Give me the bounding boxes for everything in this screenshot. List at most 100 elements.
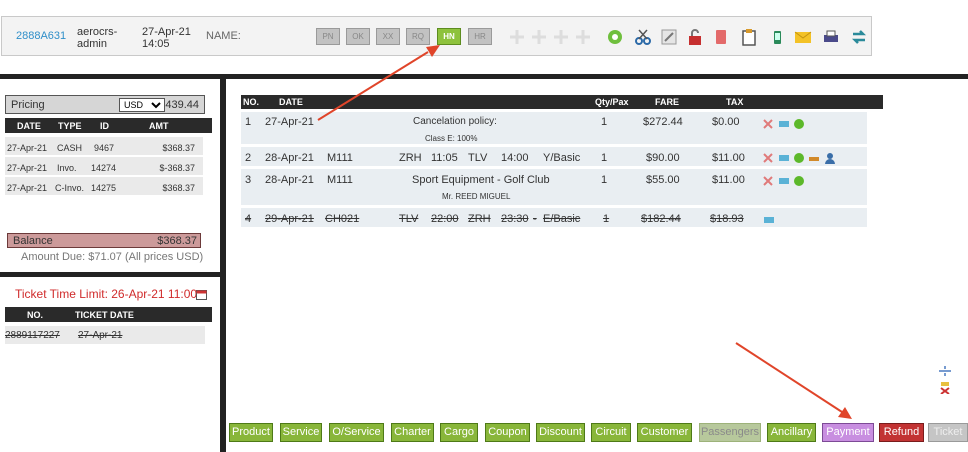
edit-icon[interactable] (660, 28, 678, 46)
payment-row[interactable]: 27-Apr-21 CASH 9467 $368.37 (5, 137, 203, 156)
segment-qty: 1 (601, 152, 608, 164)
ticket-date: 27-Apr-21 (78, 330, 123, 341)
scissors-icon[interactable] (634, 28, 652, 46)
time-line: 14:05 (142, 38, 170, 50)
segment-row-cancelled[interactable]: 4 29-Apr-21 CH021 TLV 22:00 ZRH 23:30 - … (241, 208, 867, 228)
payment-date: 27-Apr-21 (7, 183, 48, 193)
segment-class: Y/Basic (543, 152, 581, 164)
col-date: DATE (279, 97, 303, 107)
balance-label: Balance (13, 235, 53, 247)
status-button-hr[interactable]: HR (468, 28, 492, 45)
segment-tax: $11.00 (712, 152, 745, 164)
ticket-icon[interactable] (779, 153, 789, 163)
segment-tax: $0.00 (712, 116, 740, 128)
merge-booking-icon[interactable] (530, 28, 548, 46)
status-button-hn[interactable]: HN (437, 28, 461, 45)
payment-row[interactable]: 27-Apr-21 Invo. 14274 $-368.37 (5, 157, 203, 176)
recycle-icon[interactable] (606, 28, 624, 46)
ticket-table-header: NO. TICKET DATE (5, 307, 212, 322)
refresh-icon[interactable] (850, 28, 868, 46)
segment-qty: 1 (601, 174, 608, 186)
segment-row[interactable]: 1 27-Apr-21 Cancelation policy: Class E:… (241, 112, 867, 145)
segment-no: 2 (245, 152, 252, 164)
expand-icon[interactable] (939, 366, 951, 376)
delete-icon[interactable] (763, 153, 773, 163)
mobile-icon[interactable] (768, 28, 786, 46)
segment-qty: 1 (603, 213, 610, 225)
tab-passengers[interactable]: Passengers (699, 423, 761, 442)
segment-row[interactable]: 3 28-Apr-21 M111 Sport Equipment - Golf … (241, 169, 867, 206)
pricing-amount: 439.44 (165, 99, 199, 111)
balance-value: $368.37 (157, 235, 197, 247)
segment-no: 1 (245, 116, 252, 128)
calculator-icon[interactable] (712, 28, 730, 46)
ticket-icon[interactable] (764, 215, 774, 225)
tab-ticket[interactable]: Ticket (928, 423, 968, 442)
segment-flight: CH021 (325, 213, 360, 225)
currency-select[interactable]: USD (119, 98, 165, 112)
date-line: 27-Apr-21 (142, 26, 191, 38)
split-booking-icon[interactable] (508, 28, 526, 46)
confirm-icon[interactable] (794, 176, 804, 186)
status-button-pn[interactable]: PN (316, 28, 340, 45)
confirm-icon[interactable] (794, 119, 804, 129)
segment-dash: - (533, 213, 537, 225)
col-tax: TAX (726, 97, 744, 107)
seat-icon[interactable] (809, 153, 819, 163)
tab-service[interactable]: Service (280, 423, 322, 442)
segment-qty: 1 (601, 116, 608, 128)
top-divider (0, 74, 968, 79)
tab-product[interactable]: Product (229, 423, 273, 442)
payment-row[interactable]: 27-Apr-21 C-Invo. 14275 $368.37 (5, 177, 203, 196)
col-no: NO. (243, 97, 260, 107)
payment-id: 9467 (94, 143, 115, 153)
print-icon[interactable] (822, 28, 840, 46)
col-amt: AMT (149, 121, 169, 131)
calendar-icon[interactable] (196, 289, 207, 300)
collapse-icon[interactable] (939, 380, 951, 394)
payment-type: Invo. (57, 163, 77, 173)
passenger-icon[interactable] (824, 152, 836, 164)
tab-coupon[interactable]: Coupon (485, 423, 530, 442)
tab-oservice[interactable]: O/Service (329, 423, 384, 442)
pricing-header: Pricing USD 439.44 (5, 95, 205, 114)
ticket-number: 2889117227 (5, 330, 60, 341)
tab-cargo[interactable]: Cargo (440, 423, 478, 442)
segment-subtext: Mr. REED MIGUEL (442, 192, 511, 201)
segment-arrival: 14:00 (501, 152, 529, 164)
col-ticket-date: TICKET DATE (75, 310, 134, 320)
ticket-row[interactable]: 2889117227 27-Apr-21 (5, 326, 205, 345)
status-button-xx[interactable]: XX (376, 28, 400, 45)
segment-destination: TLV (468, 152, 488, 164)
ticket-icon[interactable] (779, 176, 789, 186)
move-booking-icon[interactable] (552, 28, 570, 46)
email-icon[interactable] (794, 28, 812, 46)
booking-ref-link[interactable]: 2888A631 (16, 30, 66, 42)
clipboard-icon[interactable] (740, 28, 758, 46)
status-button-rq[interactable]: RQ (406, 28, 430, 45)
tab-refund[interactable]: Refund (879, 423, 924, 442)
tab-discount[interactable]: Discount (536, 423, 585, 442)
payment-date: 27-Apr-21 (7, 143, 48, 153)
ticket-icon[interactable] (779, 119, 789, 129)
delete-icon[interactable] (763, 176, 773, 186)
booking-screen: 2888A631 aerocrs- admin 27-Apr-21 14:05 … (0, 0, 968, 452)
confirm-icon[interactable] (794, 153, 804, 163)
segment-tax: $11.00 (712, 174, 745, 186)
segment-fare: $272.44 (643, 116, 683, 128)
copy-booking-icon[interactable] (574, 28, 592, 46)
tab-ancillary[interactable]: Ancillary (767, 423, 816, 442)
delete-icon[interactable] (763, 119, 773, 129)
tab-payment[interactable]: Payment (822, 423, 874, 442)
status-button-ok[interactable]: OK (346, 28, 370, 45)
tab-customer[interactable]: Customer (637, 423, 692, 442)
payment-amt: $-368.37 (159, 163, 195, 173)
col-ticket-no: NO. (27, 310, 44, 320)
col-fare: FARE (655, 97, 680, 107)
tab-charter[interactable]: Charter (391, 423, 434, 442)
ticket-time-limit: Ticket Time Limit: 26-Apr-21 11:00 (15, 287, 198, 301)
tab-circuit[interactable]: Circuit (591, 423, 631, 442)
segment-no: 4 (245, 213, 252, 225)
unlock-icon[interactable] (686, 28, 704, 46)
segment-row[interactable]: 2 28-Apr-21 M111 ZRH 11:05 TLV 14:00 Y/B… (241, 147, 867, 167)
